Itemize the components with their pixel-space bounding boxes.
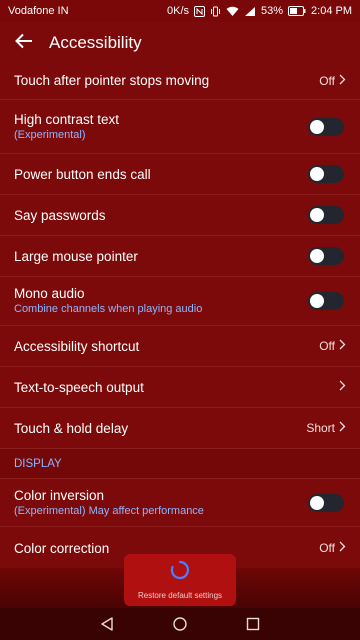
setting-subtitle: Combine channels when playing audio <box>14 303 203 315</box>
chevron-right-icon <box>339 541 346 555</box>
back-arrow-icon <box>15 33 33 54</box>
setting-touch-hold-delay[interactable]: Touch & hold delay Short <box>0 408 360 449</box>
setting-subtitle: (Experimental) <box>14 128 86 141</box>
setting-title: Say passwords <box>14 207 106 223</box>
toggle-knob <box>310 294 324 308</box>
setting-value: Short <box>306 421 346 435</box>
page-title: Accessibility <box>49 33 142 52</box>
large-mouse-pointer-toggle[interactable] <box>308 247 344 265</box>
status-icons: 0K/s 53% 2:04 PM <box>167 5 352 17</box>
setting-large-mouse-pointer[interactable]: Large mouse pointer <box>0 236 360 277</box>
battery-icon <box>288 6 306 16</box>
navigation-bar <box>0 608 360 640</box>
setting-color-inversion[interactable]: Color inversion (Experimental) May affec… <box>0 479 360 527</box>
toggle-knob <box>310 167 324 181</box>
wifi-icon <box>226 6 239 17</box>
setting-touch-after-pointer[interactable]: Touch after pointer stops moving Off <box>0 62 360 100</box>
setting-text: Color inversion (Experimental) May affec… <box>14 487 308 519</box>
setting-title: Large mouse pointer <box>14 248 138 264</box>
display-section-header: DISPLAY <box>0 449 360 479</box>
nav-home-icon[interactable] <box>165 609 195 639</box>
setting-text: High contrast text (Experimental) <box>14 111 308 143</box>
setting-text: Touch & hold delay <box>14 420 306 437</box>
setting-say-passwords[interactable]: Say passwords <box>0 195 360 236</box>
setting-text: Mono audio Combine channels when playing… <box>14 285 308 317</box>
toggle-knob <box>310 208 324 222</box>
setting-title: Touch & hold delay <box>14 420 129 436</box>
color-inversion-toggle[interactable] <box>308 493 344 512</box>
setting-title: Text-to-speech output <box>14 379 144 395</box>
setting-value-text: Short <box>306 421 335 435</box>
loading-spinner-icon <box>170 560 190 585</box>
setting-value-text: Off <box>319 73 335 88</box>
settings-list: Touch after pointer stops moving Off Hig… <box>0 62 360 569</box>
setting-text: Power button ends call <box>14 166 308 183</box>
setting-value: Off <box>319 541 346 555</box>
carrier-name: Vodafone IN <box>8 5 69 17</box>
toggle-knob <box>310 495 324 510</box>
setting-text: Say passwords <box>14 207 308 224</box>
setting-accessibility-shortcut[interactable]: Accessibility shortcut Off <box>0 326 360 367</box>
high-contrast-toggle[interactable] <box>308 117 344 136</box>
chevron-right-icon <box>339 421 346 435</box>
chevron-right-icon <box>339 74 346 88</box>
setting-high-contrast-text[interactable]: High contrast text (Experimental) <box>0 100 360 154</box>
setting-title: Power button ends call <box>14 166 151 182</box>
chevron-right-icon <box>339 339 346 353</box>
setting-title: Accessibility shortcut <box>14 338 140 354</box>
chevron-right-icon <box>339 380 346 394</box>
nfc-icon <box>194 5 205 17</box>
setting-title: High contrast text <box>14 111 120 127</box>
nav-recents-icon[interactable] <box>238 609 268 639</box>
mono-audio-toggle[interactable] <box>308 292 344 310</box>
setting-mono-audio[interactable]: Mono audio Combine channels when playing… <box>0 277 360 326</box>
clock: 2:04 PM <box>311 5 352 17</box>
setting-subtitle: (Experimental) May affect performance <box>14 504 204 517</box>
setting-title: Touch after pointer stops moving <box>14 73 210 88</box>
setting-value-text: Off <box>319 339 335 353</box>
setting-text: Touch after pointer stops moving <box>14 72 319 89</box>
setting-text: Text-to-speech output <box>14 379 339 396</box>
network-speed: 0K/s <box>166 5 189 17</box>
setting-title: Mono audio <box>14 286 85 301</box>
toggle-knob <box>310 249 324 263</box>
setting-title: Color inversion <box>14 487 105 503</box>
status-bar: Vodafone IN 0K/s 53% 2:04 PM <box>0 0 360 22</box>
setting-text-to-speech[interactable]: Text-to-speech output <box>0 367 360 408</box>
nav-back-icon[interactable] <box>92 609 122 639</box>
say-passwords-toggle[interactable] <box>308 206 344 224</box>
setting-power-button-ends-call[interactable]: Power button ends call <box>0 154 360 195</box>
setting-value <box>339 380 346 394</box>
power-button-ends-call-toggle[interactable] <box>308 165 344 183</box>
app-bar: Accessibility <box>0 22 360 64</box>
toggle-knob <box>310 119 324 134</box>
restore-default-label: Restore default settings <box>137 591 223 600</box>
setting-value: Off <box>319 74 346 88</box>
restore-default-button[interactable]: Restore default settings <box>124 554 236 606</box>
setting-text: Large mouse pointer <box>14 248 308 265</box>
setting-value: Off <box>319 339 346 353</box>
vibrate-icon <box>210 6 221 17</box>
signal-icon <box>244 6 256 17</box>
setting-text: Accessibility shortcut <box>14 338 319 355</box>
setting-value-text: Off <box>319 541 335 555</box>
back-button[interactable] <box>0 22 48 64</box>
battery-percent: 53% <box>261 5 284 17</box>
